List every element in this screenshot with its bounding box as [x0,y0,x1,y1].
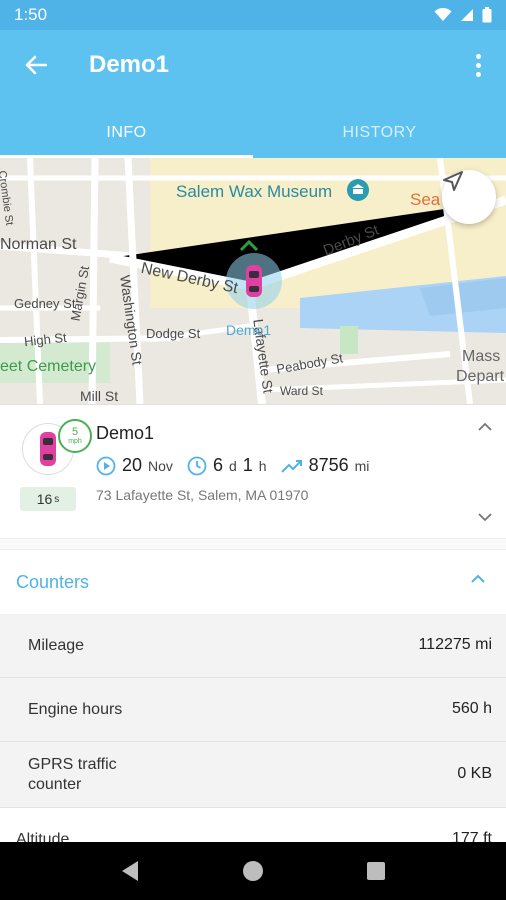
counter-row-gprs: GPRS traffic counter 0 KB [0,742,506,808]
stat-distance: 8756 mi [280,455,370,476]
date-day: 20 [122,455,143,475]
chevron-up-icon [471,574,485,583]
counter-label: Engine hours [28,701,123,718]
app-bar: Demo1 INFO HISTORY [0,30,506,158]
status-icons [434,7,492,23]
counter-value: 560 h [451,700,492,717]
age-value: 16 [36,491,53,507]
speed-value: 5 [71,426,79,438]
speed-badge: 5 mph [58,419,92,453]
tab-info[interactable]: INFO [0,108,253,158]
tab-bar: INFO HISTORY [0,108,506,158]
play-circle-icon [96,456,116,475]
page-title: Demo1 [89,51,170,78]
map-marker-label: Demo1 [226,322,272,338]
chevron-down-icon [478,513,492,522]
tab-history[interactable]: HISTORY [253,108,506,158]
unit-info-card[interactable]: 5 mph 16 s Demo1 20 Nov 6 d 1 h 8756 mi … [0,404,506,538]
counters-title: Counters [16,572,90,592]
more-vert-icon [475,53,481,59]
museum-icon [347,179,369,201]
back-button[interactable] [18,50,54,80]
counter-row-mileage: Mileage 112275 mi [0,614,506,678]
collapse-card-button[interactable] [478,419,492,437]
counter-value: 0 KB [457,765,492,782]
counter-label: Altitude [16,831,70,842]
counter-label: Mileage [28,637,85,654]
status-time: 1:50 [14,5,48,24]
counters-collapse-button[interactable] [470,572,486,590]
duration-hours-unit: h [258,457,267,474]
unit-address: 73 Lafayette St, Salem, MA 01970 [96,487,309,503]
age-unit: s [54,493,60,505]
wifi-icon [434,8,452,21]
car-icon [40,432,56,466]
map-label-dodge: Dodge St [146,326,201,341]
expand-card-button[interactable] [478,509,492,527]
clock-icon [187,456,207,475]
navigation-arrow-icon [443,171,463,191]
stat-duration: 6 d 1 h [187,455,267,476]
status-bar: 1:50 [0,0,506,30]
counter-value: 112275 mi [418,636,492,653]
battery-icon [482,7,492,23]
map-label-sea: Sea [410,190,441,209]
map-label-depart: Depart [456,368,505,385]
counter-label: GPRS traffic counter [28,756,117,793]
map-label-gedney: Gedney St [14,296,76,311]
duration-days-unit: d [228,457,237,474]
more-options-button[interactable] [468,50,488,80]
section-divider [0,538,506,550]
map-label-mill: Mill St [80,388,119,404]
unit-name: Demo1 [96,423,155,443]
counter-value: 177 ft [451,830,492,842]
signal-icon [461,9,473,21]
recents-nav-icon[interactable] [366,861,386,881]
duration-days-value: 6 [212,455,223,475]
trending-up-icon [280,459,302,473]
unit-stats-row: 20 Nov 6 d 1 h 8756 mi [96,455,369,476]
map-label-mass: Mass [462,348,501,365]
home-nav-icon[interactable] [241,859,265,883]
date-month: Nov [148,457,173,474]
map-label-cemetery: eet Cemetery [0,358,97,375]
distance-unit: mi [354,457,370,474]
my-location-button[interactable] [442,170,496,224]
stat-date: 20 Nov [96,455,173,476]
counters-header[interactable]: Counters [0,550,506,614]
map-label-norman: Norman St [0,236,77,253]
system-nav-bar [0,842,506,900]
distance-value: 8756 [308,455,349,475]
counter-row-engine-hours: Engine hours 560 h [0,678,506,742]
last-update-badge: 16 s [20,487,76,511]
arrow-left-icon [25,55,47,75]
chevron-up-icon [478,422,492,431]
counter-row-altitude: Altitude 177 ft [0,808,506,842]
speed-unit: mph [68,438,82,445]
map-view[interactable]: Salem Wax Museum Sea Norman St Derby St … [0,158,506,404]
map-label-ward: Ward St [280,384,323,398]
back-nav-icon[interactable] [120,860,140,882]
duration-hours-value: 1 [242,455,253,475]
map-label-museum: Salem Wax Museum [176,182,333,201]
